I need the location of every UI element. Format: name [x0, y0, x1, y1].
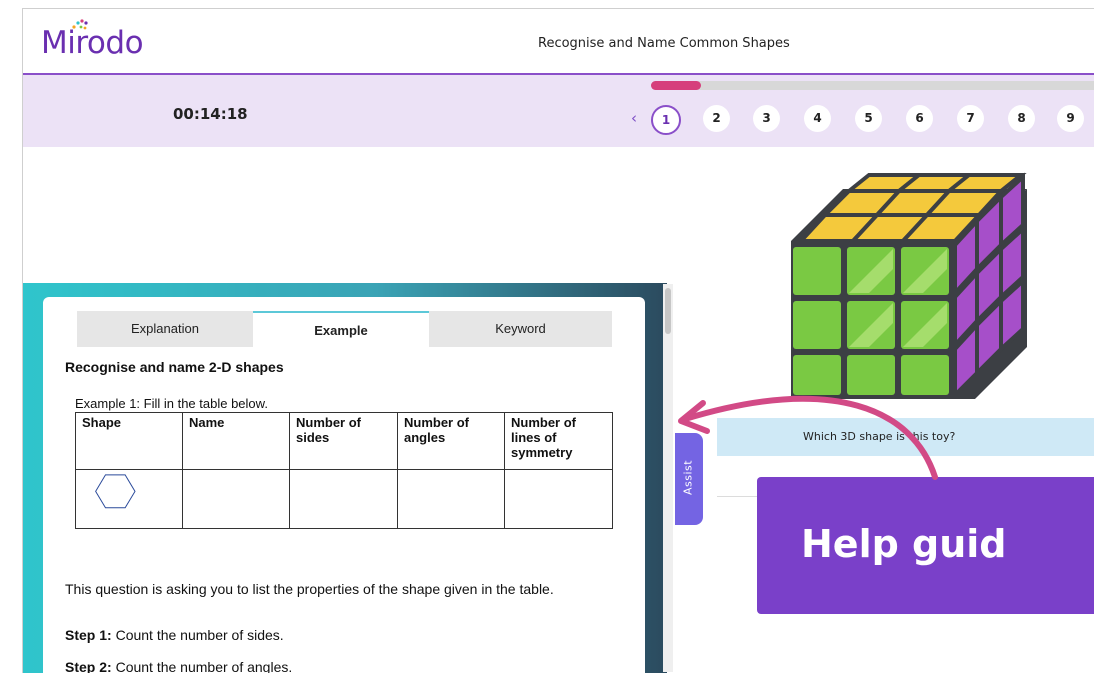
tab-example[interactable]: Example [253, 311, 429, 347]
help-panel: Explanation Example Keyword Recognise an… [23, 283, 667, 673]
quiz-status-bar: 00:14:18 ‹ 1 2 3 4 5 6 7 8 9 [23, 75, 1094, 147]
step-1-text: Count the number of sides. [111, 627, 284, 643]
lesson-title: Recognise and Name Common Shapes [538, 36, 790, 51]
page-button-1[interactable]: 1 [651, 105, 681, 135]
quiz-progress-bar [651, 81, 1094, 90]
app-window: Mirodo Recognise and Name Common Shapes … [22, 8, 1094, 673]
table-header: Name [182, 412, 290, 470]
page-button-6[interactable]: 6 [906, 105, 933, 132]
table-cell [397, 469, 505, 529]
scrollbar-thumb[interactable] [665, 288, 671, 334]
quiz-timer: 00:14:18 [173, 105, 248, 123]
mirodo-logo[interactable]: Mirodo [41, 19, 144, 61]
table-header: Number of angles [397, 412, 505, 470]
section-heading: Recognise and name 2-D shapes [65, 359, 284, 375]
tab-keyword[interactable]: Keyword [429, 311, 612, 347]
page-button-8[interactable]: 8 [1008, 105, 1035, 132]
help-tabs: Explanation Example Keyword [77, 311, 612, 347]
chevron-left-icon[interactable]: ‹ [631, 109, 637, 127]
step-1: Step 1: Count the number of sides. [65, 627, 284, 643]
curved-arrow-icon [678, 395, 938, 480]
table-header: Shape [75, 412, 183, 470]
example-intro: Example 1: Fill in the table below. [75, 396, 268, 411]
callout-text: Help guid [801, 522, 1007, 566]
step-2-label: Step 2: [65, 659, 112, 673]
table-cell-shape [75, 469, 183, 529]
step-2-text: Count the number of angles. [111, 659, 293, 673]
help-panel-content: Explanation Example Keyword Recognise an… [43, 297, 645, 673]
properties-table: Shape Name Number of sides Number of ang… [75, 412, 613, 529]
page-button-9[interactable]: 9 [1057, 105, 1084, 132]
table-header: Number of sides [289, 412, 398, 470]
hexagon-icon [95, 474, 136, 509]
example-document: Recognise and name 2-D shapes Example 1:… [65, 359, 625, 673]
logo-text: Mirodo [41, 25, 144, 61]
tab-explanation[interactable]: Explanation [77, 311, 253, 347]
step-2: Step 2: Count the number of angles. [65, 659, 292, 673]
logo-dots-icon [72, 19, 88, 30]
table-cell [182, 469, 290, 529]
page-button-3[interactable]: 3 [753, 105, 780, 132]
rubiks-cube-icon [791, 172, 1027, 399]
top-header: Mirodo Recognise and Name Common Shapes [23, 9, 1094, 75]
quiz-progress-fill [651, 81, 701, 90]
table-row [75, 469, 613, 529]
explanation-paragraph: This question is asking you to list the … [65, 581, 554, 597]
table-cell [289, 469, 398, 529]
page-button-7[interactable]: 7 [957, 105, 984, 132]
step-1-label: Step 1: [65, 627, 112, 643]
table-cell [504, 469, 613, 529]
page-button-5[interactable]: 5 [855, 105, 882, 132]
table-header: Number of lines of symmetry [504, 412, 613, 470]
page-button-2[interactable]: 2 [703, 105, 730, 132]
table-header-row: Shape Name Number of sides Number of ang… [75, 412, 613, 470]
page-button-4[interactable]: 4 [804, 105, 831, 132]
